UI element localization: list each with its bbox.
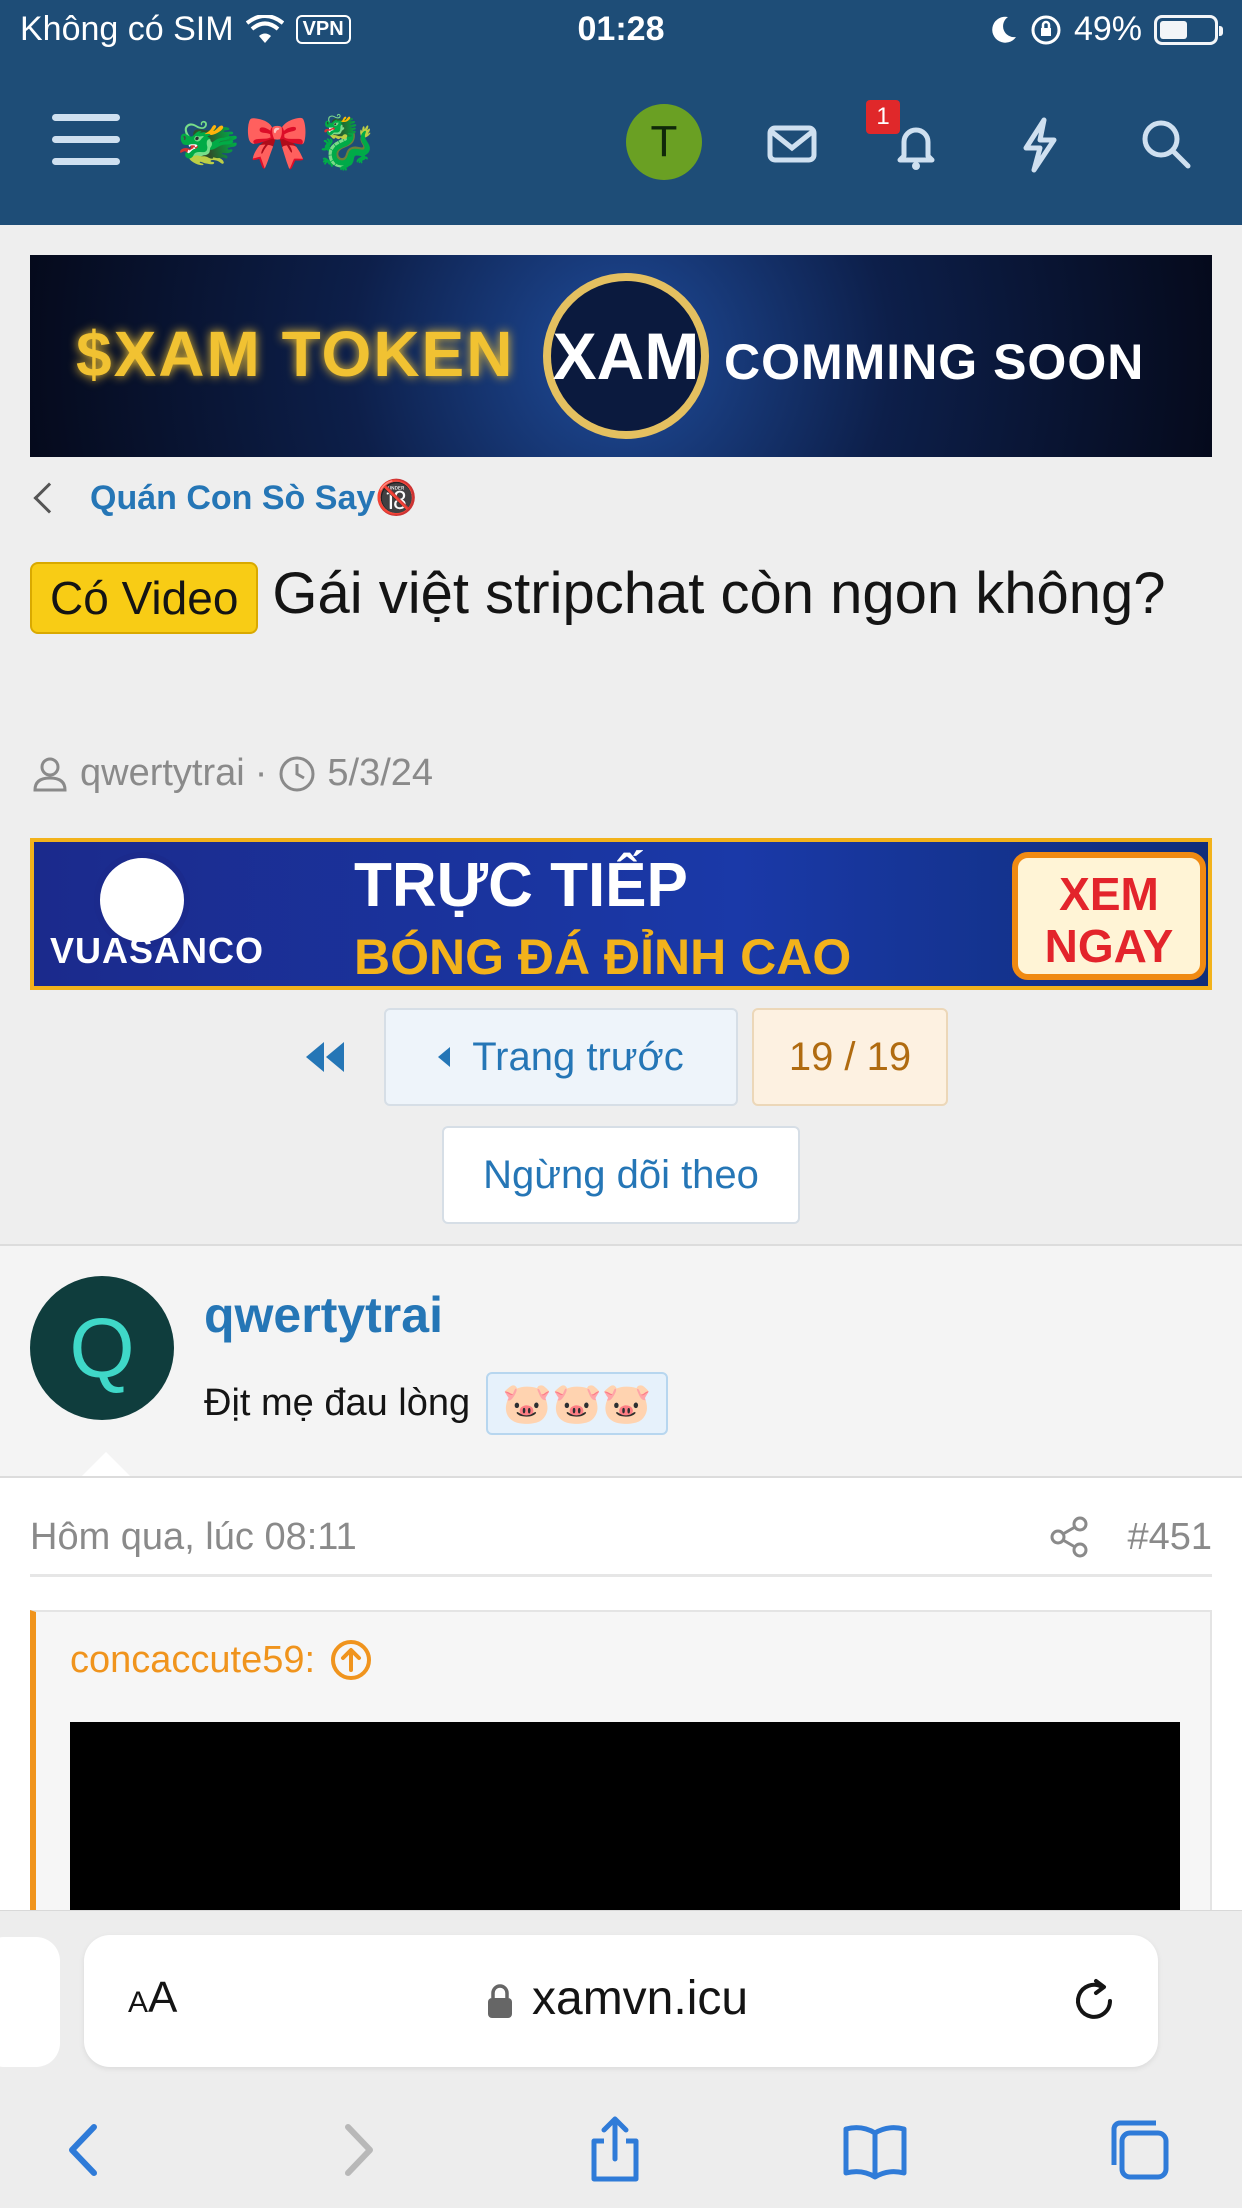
forward-icon[interactable]	[320, 2115, 390, 2185]
breadcrumb[interactable]: Quán Con Sò Say🔞	[33, 478, 418, 518]
thread-title: Có Video Gái việt stripchat còn ngon khôn…	[30, 548, 1210, 640]
text-size-button[interactable]: AA	[128, 1973, 177, 2023]
orientation-lock-icon	[1031, 15, 1061, 44]
post-date[interactable]: Hôm qua, lúc 08:11	[30, 1516, 357, 1559]
address-bar[interactable]: AA xamvn.icu	[84, 1935, 1158, 2067]
bookmarks-icon[interactable]	[840, 2115, 910, 2185]
browser-toolbar	[0, 2097, 1242, 2207]
post-user-title: Địt mẹ đau lòng 🐷🐷🐷	[204, 1372, 668, 1435]
inbox-icon[interactable]	[762, 114, 822, 174]
post-user-header: Q qwertytrai Địt mẹ đau lòng 🐷🐷🐷	[0, 1246, 1242, 1476]
previous-page-label: Trang trước	[472, 1034, 684, 1079]
unwatch-button[interactable]: Ngừng dõi theo	[442, 1126, 800, 1224]
moon-icon	[992, 16, 1016, 43]
adults-only-icon: 🔞	[375, 479, 418, 517]
banner-token-text: $XAM TOKEN	[76, 318, 515, 390]
quoted-video[interactable]	[70, 1722, 1180, 1942]
share-icon[interactable]	[1046, 1514, 1092, 1560]
dragon-face-icon: 🐲	[176, 114, 241, 172]
battery-percent: 49%	[1073, 10, 1142, 48]
thread-prefix-badge[interactable]: Có Video	[30, 561, 259, 634]
tabs-icon[interactable]	[1104, 2115, 1174, 2185]
user-banner: 🐷🐷🐷	[486, 1372, 668, 1435]
clock-icon	[279, 756, 315, 791]
first-page-icon[interactable]	[302, 1034, 348, 1080]
thread-meta: qwertytrai · 5/3/24	[30, 752, 433, 795]
app-header: 🐲 🎀 🐉 T 1	[0, 62, 1242, 225]
pagination: Trang trước 19 / 19	[0, 1008, 1242, 1108]
post-arrow	[80, 1452, 132, 1478]
share-sheet-icon[interactable]	[580, 2115, 650, 2185]
post-body: Hôm qua, lúc 08:11 #451 concaccute59:	[0, 1476, 1242, 1942]
lock-icon	[488, 1984, 512, 2018]
xam-token-banner[interactable]: $XAM TOKEN XAM COMMING SOON	[30, 255, 1212, 457]
thread-author[interactable]: qwertytrai	[80, 752, 245, 795]
lightning-icon[interactable]	[1010, 114, 1070, 174]
chevron-left-icon	[33, 482, 65, 514]
caret-left-icon	[438, 1047, 451, 1067]
reload-icon[interactable]	[1066, 1973, 1122, 2029]
page-indicator[interactable]: 19 / 19	[752, 1008, 948, 1106]
previous-tab-preview[interactable]	[0, 1937, 60, 2067]
dragon-icon: 🐉	[313, 114, 379, 172]
banner-coming-soon-text: COMMING SOON	[724, 334, 1145, 390]
banner-xam-logo: XAM	[543, 273, 709, 439]
battery-icon	[1154, 14, 1223, 45]
ribbon-icon: 🎀	[244, 114, 310, 172]
banner-football-text: BÓNG ĐÁ ĐỈNH CAO	[354, 929, 852, 985]
meta-separator: ·	[254, 752, 268, 794]
menu-icon[interactable]	[52, 114, 120, 168]
banner-live-text: TRỰC TIẾP	[354, 851, 688, 920]
previous-page-button[interactable]: Trang trước	[384, 1008, 738, 1106]
status-bar: Không có SIM VPN 01:28 49%	[0, 0, 1242, 62]
arrow-up-circle-icon[interactable]	[329, 1638, 373, 1682]
post-number[interactable]: #451	[1127, 1516, 1212, 1559]
quote-block: concaccute59:	[30, 1610, 1212, 1942]
football-stream-banner[interactable]: VUASANCO TRỰC TIẾP BÓNG ĐÁ ĐỈNH CAO XEM …	[30, 838, 1212, 990]
thread-title-text: Gái việt stripchat còn ngon không?	[272, 561, 1166, 626]
quote-author[interactable]: concaccute59:	[70, 1638, 373, 1682]
notification-badge: 1	[866, 100, 900, 134]
site-logo[interactable]: 🐲 🎀 🐉	[176, 112, 378, 173]
post-username[interactable]: qwertytrai	[204, 1286, 443, 1344]
post-separator	[30, 1574, 1212, 1577]
banner-brand: VUASANCO	[50, 930, 265, 971]
post-avatar[interactable]: Q	[30, 1276, 174, 1420]
status-right: 49%	[988, 10, 1223, 49]
user-title-text: Địt mẹ đau lòng	[204, 1382, 471, 1424]
account-avatar[interactable]: T	[626, 104, 702, 180]
user-icon	[33, 757, 67, 791]
search-icon[interactable]	[1136, 114, 1196, 174]
banner-watch-now-button[interactable]: XEM NGAY	[1012, 852, 1206, 980]
url-text[interactable]: xamvn.icu	[532, 1971, 748, 2026]
breadcrumb-forum-link[interactable]: Quán Con Sò Say🔞	[90, 478, 418, 518]
browser-chrome: AA xamvn.icu	[0, 1910, 1242, 2208]
thread-date[interactable]: 5/3/24	[327, 752, 433, 795]
back-icon[interactable]	[52, 2115, 122, 2185]
